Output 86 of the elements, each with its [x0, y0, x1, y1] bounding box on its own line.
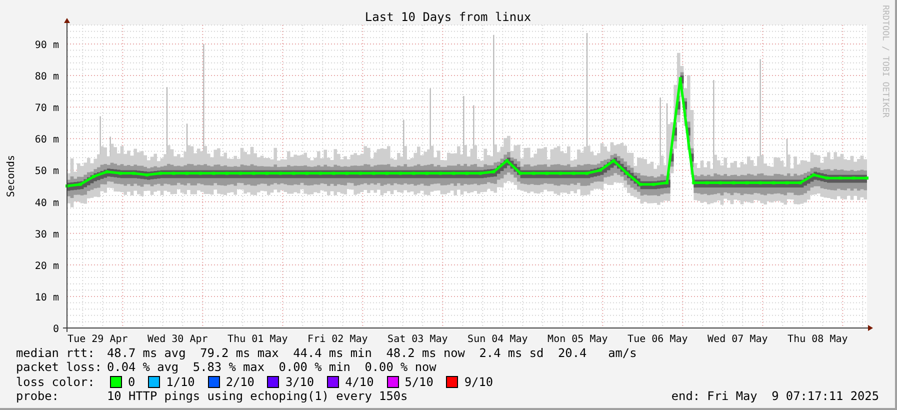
median-marker [852, 176, 856, 180]
stat-label: packet loss: [16, 360, 103, 374]
median-marker [238, 172, 242, 175]
median-marker [398, 172, 402, 175]
y-tick-label: 20 m [34, 260, 59, 272]
median-marker [172, 172, 176, 175]
probe-text: 10 HTTP pings using echoping(1) every 150s [107, 389, 408, 404]
median-marker [626, 172, 628, 175]
stat-text: 0.04 % avg 5.83 % max 0.00 % min 0.00 % now [107, 360, 436, 374]
median-marker [758, 181, 762, 184]
stat-label: median rtt: [16, 346, 96, 360]
y-tick-label: 60 m [34, 134, 59, 146]
chart-title: Last 10 Days from linux [364, 10, 532, 24]
median-marker [372, 172, 376, 175]
credit-text: RRDTOOL / TOBI OETIKER [880, 5, 890, 118]
y-tick-label: 70 m [34, 103, 59, 114]
y-tick-label: 40 m [34, 198, 59, 209]
median-marker [798, 181, 802, 184]
median-marker [838, 176, 842, 180]
median-marker [106, 170, 108, 174]
median-marker [132, 172, 136, 175]
y-tick-label: 10 m [34, 292, 59, 304]
x-tick-label: Tue 06 May [628, 334, 688, 345]
y-tick-label: 50 m [34, 166, 59, 178]
median-marker [866, 176, 868, 180]
y-tick-label: 0 [52, 324, 59, 335]
median-marker [718, 181, 722, 184]
legend-label: 0 [128, 374, 136, 389]
x-tick-label: Wed 07 May [708, 334, 768, 345]
x-tick-label: Thu 08 May [788, 334, 848, 345]
median-marker [678, 77, 682, 80]
median-marker [118, 172, 122, 175]
median-marker [492, 170, 496, 174]
x-tick-label: Fri 02 May [308, 334, 368, 345]
median-marker [666, 181, 668, 184]
median-marker [92, 175, 96, 178]
median-marker [78, 182, 82, 186]
median-marker [586, 172, 588, 175]
end-time-text: end: Fri May 9 07:17:11 2025 [671, 389, 879, 404]
legend-label: 5/10 [404, 374, 434, 389]
x-tick-label: Thu 01 May [228, 334, 288, 345]
x-tick-label: Sat 03 May [388, 334, 448, 345]
median-marker [66, 184, 68, 188]
median-marker [292, 172, 296, 175]
median-marker [332, 172, 336, 175]
median-marker [652, 182, 656, 186]
median-marker [638, 182, 642, 186]
median-marker [598, 168, 602, 172]
legend-label: 4/10 [345, 374, 374, 389]
x-tick-label: Mon 05 May [548, 334, 608, 345]
median-marker [278, 172, 282, 175]
y-tick-label: 80 m [34, 72, 59, 82]
axis-title: Seconds [6, 154, 17, 198]
legend-label: 3/10 [285, 374, 314, 389]
legend-label: 1/10 [166, 374, 195, 389]
median-marker [506, 159, 508, 162]
median-marker [532, 172, 536, 175]
y-tick-label: 90 m [34, 40, 59, 51]
median-marker [518, 172, 522, 175]
x-tick-label: Wed 30 Apr [148, 334, 208, 345]
median-marker [812, 173, 816, 176]
legend-label: 9/10 [464, 374, 494, 389]
x-tick-label: Tue 29 Apr [68, 334, 128, 345]
median-marker [572, 172, 576, 175]
median-marker [478, 172, 482, 175]
median-marker [212, 172, 216, 175]
median-marker [612, 159, 616, 162]
median-marker [158, 172, 162, 175]
median-marker [826, 176, 828, 180]
stat-text: 48.7 ms avg 79.2 ms max 44.4 ms min 48.2 ms now 2.4 ms sd 20.4 am/s [107, 346, 637, 360]
legend-title: loss color: [16, 374, 96, 389]
median-marker [198, 172, 202, 175]
median-marker [358, 172, 362, 175]
median-marker [318, 172, 322, 175]
median-marker [252, 172, 256, 175]
legend-label: 2/10 [226, 374, 254, 389]
y-tick-label: 30 m [34, 229, 59, 240]
median-marker [412, 172, 416, 175]
median-marker [732, 181, 736, 184]
median-marker [438, 172, 442, 175]
median-marker [558, 172, 562, 175]
median-marker [692, 181, 696, 184]
median-marker [452, 172, 456, 175]
x-tick-label: Sun 04 May [468, 334, 528, 345]
probe-label: probe: [16, 389, 60, 404]
median-marker [772, 181, 776, 184]
